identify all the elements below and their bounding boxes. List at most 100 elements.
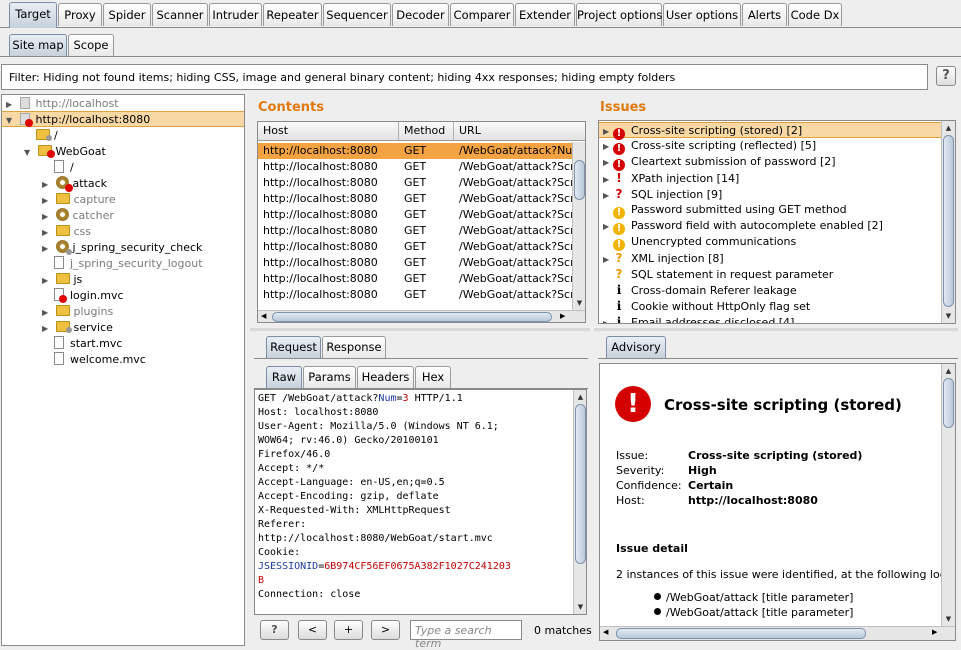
tab-request[interactable]: Request [266,336,321,358]
tree-node[interactable]: start.mvc [54,336,122,352]
tree-node[interactable]: ▶ catcher [42,208,114,224]
column-header-url[interactable]: URL [454,122,585,141]
issue-item[interactable]: ▶? SQL injection [9] [599,186,941,202]
table-row[interactable]: http://localhost:8080 GET/WebGoat/attack?… [258,191,572,207]
scroll-left-icon[interactable]: ◀ [603,628,608,636]
tree-node[interactable]: ▶ plugins [42,304,113,320]
scroll-left-icon[interactable]: ◀ [261,312,266,320]
subtab-scope[interactable]: Scope [68,34,114,56]
scroll-thumb[interactable] [943,135,954,307]
tab-user-options[interactable]: User options [663,3,741,26]
issue-item[interactable]: ! Unencrypted communications [599,234,941,251]
issue-item[interactable]: i Cross-domain Referer leakage [599,282,941,298]
filter-help-button[interactable]: ? [936,66,956,86]
table-row[interactable]: http://localhost:8080 GET/WebGoat/attack?… [258,143,572,159]
scroll-up-icon[interactable]: ▲ [942,366,955,376]
tab-scanner[interactable]: Scanner [152,3,208,26]
issues-list[interactable]: ▶! Cross-site scripting (stored) [2] ▶! Cr… [598,120,956,324]
tree-node[interactable]: welcome.mvc [54,352,146,368]
tab-project-options[interactable]: Project options [576,3,662,26]
contents-horizontal-scrollbar[interactable]: ◀ ▶ [258,310,585,322]
issue-item[interactable]: ▶ i Email addresses disclosed [4] [599,314,941,323]
tab-advisory[interactable]: Advisory [606,336,666,358]
tab-hex[interactable]: Hex [415,366,451,388]
tree-node[interactable]: ▶ service [42,320,113,336]
advisory-vertical-scrollbar[interactable]: ▲ ▼ [941,364,955,626]
tree-node[interactable]: ▶ js [42,272,82,288]
table-row[interactable]: http://localhost:8080 GET/WebGoat/attack?… [258,207,572,223]
issue-item[interactable]: ▶! Cross-site scripting (stored) [2] [599,122,941,140]
tab-raw[interactable]: Raw [266,366,302,388]
issue-item[interactable]: ▶? XML injection [8] [599,250,941,266]
issue-item[interactable]: ! Password submitted using GET method [599,202,941,219]
table-row[interactable]: http://localhost:8080 GET/WebGoat/attack?… [258,175,572,191]
tree-node[interactable]: ▶ attack [42,176,107,192]
expand-arrow-icon[interactable]: ▶ [42,193,52,209]
scroll-thumb[interactable] [575,404,586,564]
tree-node[interactable]: / [54,160,74,176]
splitter[interactable] [250,328,590,331]
tree-node[interactable]: ▶ capture [42,192,116,208]
request-vertical-scrollbar[interactable]: ▲ ▼ [573,390,586,614]
expand-arrow-icon[interactable]: ▶ [42,273,52,289]
expand-arrow-icon[interactable]: ▶ [42,321,52,337]
tree-node[interactable]: / [36,128,58,144]
tab-proxy[interactable]: Proxy [58,3,102,26]
scroll-down-icon[interactable]: ▼ [942,614,955,624]
table-row[interactable]: http://localhost:8080 GET/WebGoat/attack?… [258,287,572,303]
search-input[interactable]: Type a search term [410,620,522,650]
subtab-site-map[interactable]: Site map [9,34,67,56]
search-add-button[interactable]: + [334,620,363,640]
issue-item[interactable]: ▶! Password field with autocomplete enabl… [599,218,941,235]
scroll-down-icon[interactable]: ▼ [574,602,586,612]
expand-arrow-icon[interactable]: ▶ [42,209,52,225]
scroll-down-icon[interactable]: ▼ [573,298,585,308]
issue-item[interactable]: ▶! Cleartext submission of password [2] [599,154,941,171]
request-editor[interactable]: GET /WebGoat/attack?Num=3 HTTP/1.1 Host:… [254,389,587,615]
table-row[interactable]: http://localhost:8080 GET/WebGoat/attack?… [258,239,572,255]
search-help-button[interactable]: ? [260,620,289,640]
scroll-right-icon[interactable]: ▶ [560,312,565,320]
expand-arrow-icon[interactable]: ▶ [603,139,613,155]
expand-arrow-icon[interactable]: ▶ [42,305,52,321]
splitter[interactable] [594,328,958,331]
tree-node[interactable]: ▼ WebGoat [24,144,106,160]
tree-node[interactable]: ▶ j_spring_security_check [42,240,202,256]
expand-arrow-icon[interactable]: ▶ [603,316,613,323]
contents-vertical-scrollbar[interactable]: ▼ [572,142,585,310]
filter-bar[interactable]: Filter: Hiding not found items; hiding C… [1,64,928,90]
scroll-thumb[interactable] [616,628,866,639]
tree-node-selected[interactable]: ▼ http://localhost:8080 [2,111,244,127]
advisory-horizontal-scrollbar[interactable]: ◀ ▶ [600,626,955,640]
table-row[interactable]: http://localhost:8080 GET/WebGoat/attack?… [258,223,572,239]
contents-table[interactable]: Host Method URL http://localhost:8080 GET… [257,121,586,323]
expand-arrow-icon[interactable]: ▶ [603,155,613,171]
tab-comparer[interactable]: Comparer [450,3,514,26]
scroll-up-icon[interactable]: ▲ [574,392,586,402]
tab-params[interactable]: Params [303,366,356,388]
issue-item[interactable]: ▶! XPath injection [14] [599,170,941,186]
tab-extender[interactable]: Extender [515,3,575,26]
tab-target[interactable]: Target [9,2,57,28]
table-row[interactable]: http://localhost:8080 GET/WebGoat/attack?… [258,159,572,175]
tab-sequencer[interactable]: Sequencer [323,3,391,26]
tab-headers[interactable]: Headers [357,366,414,388]
tab-intruder[interactable]: Intruder [209,3,262,26]
issues-vertical-scrollbar[interactable]: ▲ ▼ [941,121,955,323]
scroll-up-icon[interactable]: ▲ [942,123,955,133]
tree-node[interactable]: login.mvc [54,288,124,304]
expand-arrow-icon[interactable]: ▶ [42,241,52,257]
tab-alerts[interactable]: Alerts [742,3,787,26]
scroll-right-icon[interactable]: ▶ [932,628,937,636]
collapse-arrow-icon[interactable]: ▼ [24,145,34,161]
scroll-thumb[interactable] [943,378,954,428]
tab-repeater[interactable]: Repeater [263,3,322,26]
tab-code-dx[interactable]: Code Dx [788,3,842,26]
search-next-button[interactable]: > [371,620,400,640]
tab-response[interactable]: Response [322,336,386,358]
expand-arrow-icon[interactable]: ▶ [42,177,52,193]
expand-arrow-icon[interactable]: ▶ [603,219,613,235]
scroll-down-icon[interactable]: ▼ [942,311,955,321]
scroll-thumb[interactable] [272,312,552,322]
tab-decoder[interactable]: Decoder [392,3,449,26]
